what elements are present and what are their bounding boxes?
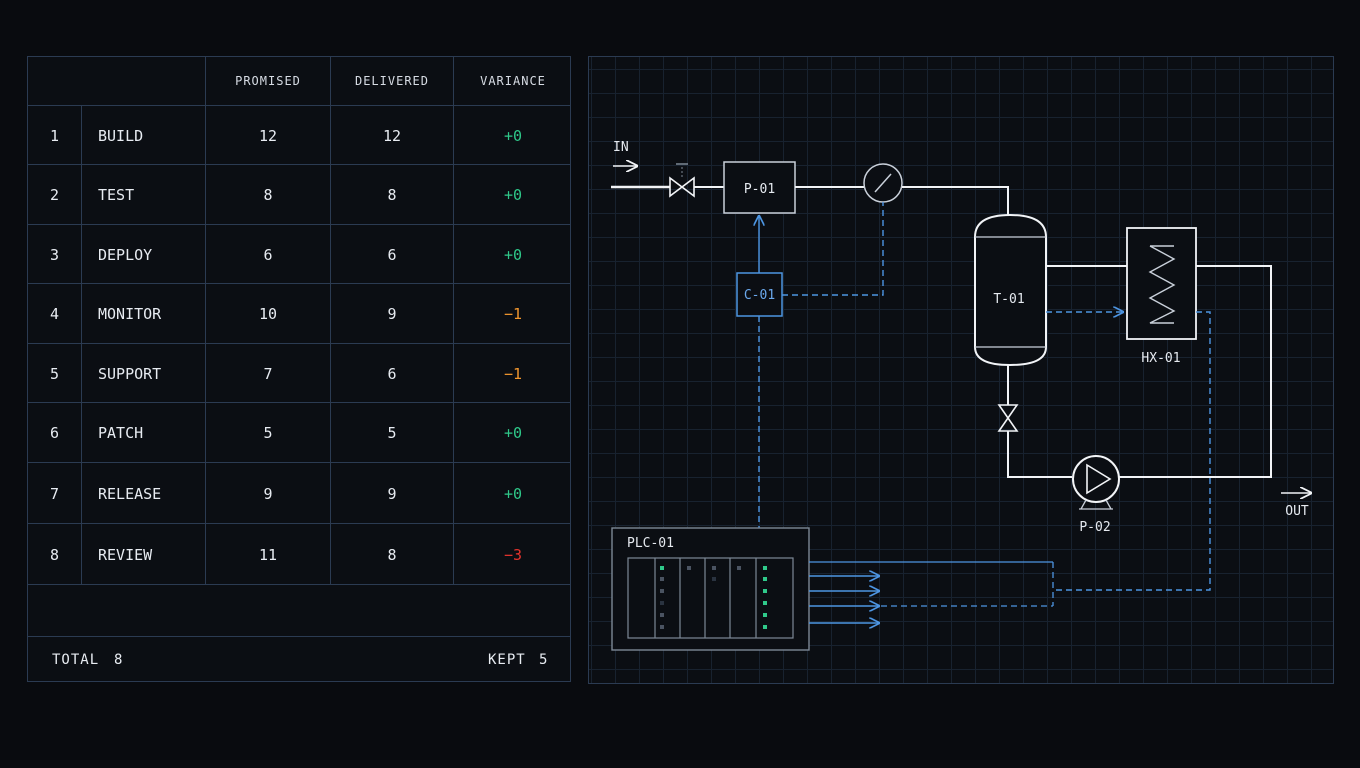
pump-p01-label: P-01: [744, 182, 775, 197]
process-diagram: IN P-01 T-01 HX-01 P-02 OUT C-01 PLC-01: [588, 56, 1334, 684]
row-promised: 9: [263, 484, 273, 503]
heat-exchanger-label: HX-01: [1141, 351, 1180, 366]
row-delivered: 9: [387, 484, 397, 503]
row-number: 3: [50, 245, 60, 264]
row-variance: +0: [503, 245, 523, 264]
tank-t01[interactable]: [974, 213, 1047, 367]
inlet-label: IN: [613, 140, 629, 155]
header-promised: PROMISED: [235, 74, 301, 88]
row-number: 2: [50, 185, 60, 204]
row-name: RELEASE: [98, 484, 162, 503]
inlet-valve-icon[interactable]: [669, 163, 695, 198]
flow-signal-line: [782, 202, 884, 296]
row-divider: [28, 462, 570, 463]
column-divider: [81, 105, 82, 584]
row-promised: 8: [263, 185, 273, 204]
pid-svg: IN P-01 T-01 HX-01 P-02 OUT C-01 PLC-01: [611, 140, 1334, 651]
promise-table: PROMISED DELIVERED VARIANCE 1 BUILD 12 1…: [27, 56, 571, 682]
row-variance: +0: [503, 423, 523, 442]
header-delivered: DELIVERED: [354, 74, 430, 88]
row-name: DEPLOY: [98, 245, 153, 264]
process-line: [1007, 431, 1072, 478]
row-variance: +0: [503, 484, 523, 503]
row-name: TEST: [98, 185, 135, 204]
row-name: REVIEW: [98, 545, 153, 564]
pump-p02-icon[interactable]: [1072, 455, 1120, 510]
row-promised: 6: [263, 245, 273, 264]
row-number: 7: [50, 484, 60, 503]
row-delivered: 5: [387, 423, 397, 442]
row-delivered: 6: [387, 364, 397, 383]
row-promised: 5: [263, 423, 273, 442]
hx-signal-line: [1053, 311, 1211, 591]
kept-value: 5: [539, 652, 549, 668]
row-variance: +0: [503, 126, 523, 145]
row-number: 1: [50, 126, 60, 145]
row-promised: 10: [258, 304, 278, 323]
controller-c01-label: C-01: [744, 288, 775, 303]
row-name: PATCH: [98, 423, 144, 442]
row-name: SUPPORT: [98, 364, 162, 383]
row-number: 5: [50, 364, 60, 383]
row-promised: 11: [258, 545, 278, 564]
row-delivered: 8: [387, 185, 397, 204]
kept-label: KEPT: [488, 652, 526, 668]
flow-meter-icon[interactable]: [863, 163, 903, 203]
row-variance: −3: [503, 545, 523, 564]
row-promised: 12: [258, 126, 278, 145]
row-variance: −1: [503, 364, 523, 383]
header-variance: VARIANCE: [480, 74, 546, 88]
row-variance: +0: [503, 185, 523, 204]
row-delivered: 9: [387, 304, 397, 323]
total-label: TOTAL: [52, 652, 100, 668]
row-name: MONITOR: [98, 304, 162, 323]
row-number: 6: [50, 423, 60, 442]
row-divider: [28, 584, 570, 585]
drain-valve-icon[interactable]: [997, 404, 1019, 432]
plc-01-label: PLC-01: [627, 536, 674, 551]
row-delivered: 8: [387, 545, 397, 564]
outlet-label: OUT: [1285, 504, 1309, 519]
row-variance: −1: [503, 304, 523, 323]
row-delivered: 12: [382, 126, 402, 145]
row-delivered: 6: [387, 245, 397, 264]
row-number: 4: [50, 304, 60, 323]
total-value: 8: [114, 652, 124, 668]
tank-t01-label: T-01: [993, 292, 1024, 307]
row-divider: [28, 523, 570, 524]
process-line: [902, 186, 1009, 217]
pump-p02-label: P-02: [1079, 520, 1110, 535]
row-name: BUILD: [98, 126, 144, 145]
row-promised: 7: [263, 364, 273, 383]
row-number: 8: [50, 545, 60, 564]
